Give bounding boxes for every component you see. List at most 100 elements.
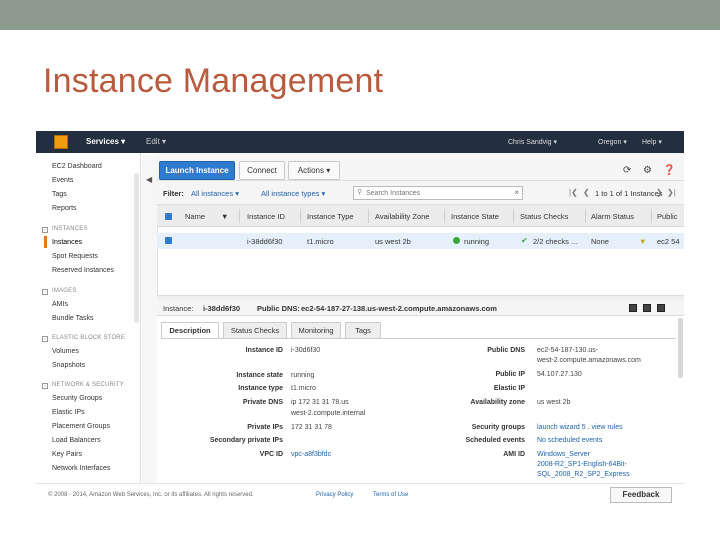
gear-icon[interactable]: ⚙ (643, 165, 652, 176)
value-ami-id[interactable]: Windows_Server (537, 451, 590, 458)
collapse-icon[interactable]: - (42, 227, 48, 233)
column-alarm-status[interactable]: Alarm Status (591, 212, 634, 221)
connect-button[interactable]: Connect (239, 161, 285, 180)
detail-scrollbar[interactable] (678, 318, 683, 378)
value-ami-id-2[interactable]: 2008-R2_SP1-English-64Bit- (537, 461, 627, 468)
user-menu[interactable]: Chris Sandvig ▾ (508, 138, 557, 146)
sidebar-section-ebs[interactable]: ELASTIC BLOCK STORE (52, 335, 125, 341)
sidebar-item-security-groups[interactable]: Security Groups (52, 395, 102, 402)
sidebar-section-images[interactable]: IMAGES (52, 288, 77, 294)
types-filter-select[interactable]: All instance types ▾ (261, 189, 325, 198)
prev-page-icon[interactable]: ❮ (583, 188, 590, 197)
column-separator (585, 209, 586, 223)
footer: © 2008 - 2014, Amazon Web Services, Inc.… (36, 483, 684, 505)
help-icon[interactable]: ❓ (663, 165, 675, 176)
table-row[interactable]: i-38dd6f30 t1.micro us west 2b running ✔… (157, 233, 684, 249)
sidebar-item-network-interfaces[interactable]: Network Interfaces (52, 465, 110, 472)
feedback-button[interactable]: Feedback (610, 487, 672, 503)
view-bottom-icon[interactable] (629, 304, 637, 312)
value-ami-id-3[interactable]: SQL_2008_R2_SP2_Express (537, 471, 630, 478)
collapse-icon[interactable]: - (42, 383, 48, 389)
label-instance-type: Instance type (238, 385, 283, 392)
sidebar-item-spot-requests[interactable]: Spot Requests (52, 253, 98, 260)
column-availability-zone[interactable]: Availability Zone (375, 212, 429, 221)
value-scheduled-events[interactable]: No scheduled events (537, 437, 602, 444)
cell-zone: us west 2b (375, 237, 411, 246)
sidebar-item-placement-groups[interactable]: Placement Groups (52, 423, 110, 430)
column-separator (651, 209, 652, 223)
actions-button[interactable]: Actions ▾ (288, 161, 340, 180)
view-split-icon[interactable] (643, 304, 651, 312)
aws-cube-icon[interactable] (54, 135, 68, 149)
terms-link[interactable]: Terms of Use (373, 492, 408, 498)
chevron-down-icon: ▾ (623, 139, 627, 146)
instances-filter-select[interactable]: All instances ▾ (191, 189, 239, 198)
row-checkbox[interactable] (165, 237, 172, 244)
edit-menu[interactable]: Edit ▾ (146, 137, 166, 146)
sidebar-section-network-security[interactable]: NETWORK & SECURITY (52, 382, 124, 388)
filter-icon[interactable]: ▼ (221, 212, 228, 221)
region-menu[interactable]: Oregon ▾ (598, 138, 627, 146)
column-status-checks[interactable]: Status Checks (520, 212, 568, 221)
column-instance-id[interactable]: Instance ID (247, 212, 285, 221)
value-security-groups[interactable]: launch wizard 5 . view rules (537, 424, 623, 431)
refresh-icon[interactable]: ⟳ (623, 165, 631, 176)
value-vpc-id[interactable]: vpc-a8f3bfdc (291, 451, 331, 458)
column-name[interactable]: Name (185, 212, 205, 221)
sidebar-item-amis[interactable]: AMIs (52, 301, 68, 308)
collapse-sidebar-button[interactable]: ◀ (142, 155, 158, 505)
active-indicator (44, 236, 47, 248)
sidebar-item-load-balancers[interactable]: Load Balancers (52, 437, 101, 444)
label-vpc-id: VPC ID (259, 451, 283, 458)
services-menu[interactable]: Services ▾ (86, 137, 125, 146)
cell-state: running (464, 237, 490, 246)
sidebar-item-ec2-dashboard[interactable]: EC2 Dashboard (52, 163, 102, 170)
paging-text: 1 to 1 of 1 Instances (595, 189, 663, 198)
value-instance-type: t1.micro (291, 385, 316, 392)
label-scheduled-events: Scheduled events (465, 437, 525, 444)
select-all-checkbox[interactable] (165, 213, 172, 220)
privacy-link[interactable]: Privacy Policy (316, 492, 353, 498)
sidebar-item-elastic-ips[interactable]: Elastic IPs (52, 409, 85, 416)
clear-icon[interactable]: × (514, 188, 519, 197)
tab-description[interactable]: Description (161, 322, 219, 338)
value-availability-zone: us west 2b (537, 399, 571, 406)
sidebar-section-instances[interactable]: INSTANCES (52, 226, 88, 232)
tab-monitoring[interactable]: Monitoring (291, 322, 341, 338)
sidebar-item-volumes[interactable]: Volumes (52, 348, 79, 355)
edit-label: Edit (146, 137, 160, 146)
column-instance-type[interactable]: Instance Type (307, 212, 354, 221)
chevron-down-icon: ▾ (326, 166, 331, 175)
sidebar-item-bundle-tasks[interactable]: Bundle Tasks (52, 315, 94, 322)
bell-icon[interactable]: ▼ (639, 237, 646, 246)
column-instance-state[interactable]: Instance State (451, 212, 499, 221)
value-instance-state: running (291, 372, 315, 379)
actions-label: Actions (297, 166, 324, 175)
first-page-icon[interactable]: |❮ (569, 188, 578, 197)
sidebar-item-key-pairs[interactable]: Key Pairs (52, 451, 82, 458)
dns-value: ec2-54-187-27-138.us-west-2.compute.amaz… (301, 304, 497, 313)
cell-public: ec2 54 (657, 237, 680, 246)
next-page-icon[interactable]: ❯ (656, 188, 663, 197)
label-ami-id: AMI ID (503, 451, 525, 458)
sidebar-item-snapshots[interactable]: Snapshots (52, 362, 85, 369)
tab-tags[interactable]: Tags (345, 322, 381, 338)
sidebar-item-reports[interactable]: Reports (52, 205, 77, 212)
help-menu[interactable]: Help ▾ (642, 138, 662, 146)
tab-status-checks[interactable]: Status Checks (223, 322, 287, 338)
sidebar-item-instances[interactable]: Instances (52, 239, 82, 246)
sidebar-item-reserved-instances[interactable]: Reserved Instances (52, 267, 114, 274)
search-input[interactable] (366, 187, 506, 199)
value-public-dns: ec2-54-187-130.us- (537, 347, 599, 354)
last-page-icon[interactable]: ❯| (667, 188, 676, 197)
collapse-icon[interactable]: - (42, 336, 48, 342)
label-secondary-private-ips: Secondary private IPs (209, 437, 283, 444)
sidebar-item-events[interactable]: Events (52, 177, 73, 184)
sidebar-scrollbar[interactable] (134, 173, 139, 323)
chevron-down-icon: ▾ (235, 189, 239, 198)
sidebar-item-tags[interactable]: Tags (52, 191, 67, 198)
column-public[interactable]: Public (657, 212, 677, 221)
collapse-icon[interactable]: - (42, 289, 48, 295)
launch-instance-button[interactable]: Launch Instance (159, 161, 235, 180)
view-top-icon[interactable] (657, 304, 665, 312)
